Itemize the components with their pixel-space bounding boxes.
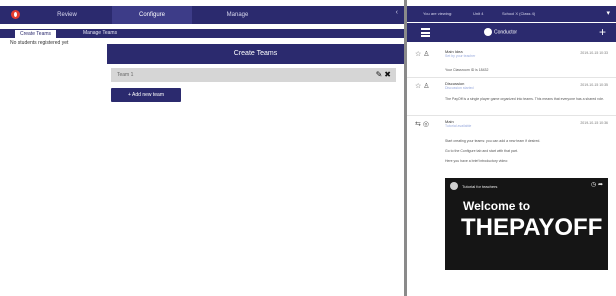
share-icon[interactable]: ⇆ bbox=[415, 121, 421, 128]
close-icon[interactable]: ✖ bbox=[384, 70, 391, 79]
post-subtitle: Tutorial available bbox=[445, 124, 472, 128]
star-icon[interactable]: ☆ bbox=[415, 51, 421, 58]
video-title[interactable]: Tutorial for teachers bbox=[462, 184, 497, 189]
activity-toolbar: Conductor + bbox=[407, 23, 616, 42]
star-icon[interactable]: ☆ bbox=[415, 83, 421, 90]
tutorial-video[interactable]: Tutorial for teachers ◷ ➦ Welcome to THE… bbox=[445, 178, 608, 270]
team-row[interactable]: Team 1 ✎ ✖ bbox=[111, 68, 396, 82]
main-nav-bar: Review Configure Manage ‹ bbox=[0, 6, 404, 24]
globe-icon: ◎ bbox=[422, 121, 429, 128]
post-date: 2019-10-15 10:35 bbox=[580, 83, 608, 87]
brand-logo-icon bbox=[484, 28, 492, 36]
user-icon: ♙ bbox=[423, 83, 430, 90]
tab-review[interactable]: Review bbox=[32, 6, 102, 24]
collapse-panel-icon[interactable]: ‹ bbox=[396, 9, 398, 16]
post-text: Start creating your teams: you can add a… bbox=[445, 139, 541, 143]
tab-configure[interactable]: Configure bbox=[112, 6, 192, 24]
post-text: Your Classroom ID is 18432 bbox=[445, 68, 489, 72]
share-icon[interactable]: ➦ bbox=[598, 182, 603, 188]
plus-icon[interactable]: + bbox=[599, 25, 606, 39]
viewing-bar: You are viewing: Unit 4 School X (Class … bbox=[407, 6, 616, 22]
post-subtitle: Discussion started bbox=[445, 86, 474, 90]
create-teams-title: Create Teams bbox=[107, 44, 404, 64]
user-icon: ♙ bbox=[423, 51, 430, 58]
video-welcome-text: Welcome to bbox=[463, 199, 531, 213]
pencil-icon[interactable]: ✎ bbox=[376, 70, 383, 79]
feed-item: ☆ ♙ Main Idea Set by your teacher 2019-1… bbox=[407, 48, 616, 78]
activity-panel: You are viewing: Unit 4 School X (Class … bbox=[407, 0, 616, 296]
channel-avatar bbox=[450, 182, 458, 190]
post-text: Go to the Configure tab and start with t… bbox=[445, 149, 518, 153]
post-icons: ☆ ♙ bbox=[415, 50, 430, 58]
school-select[interactable]: School X (Class 4) bbox=[502, 11, 535, 16]
post-icons: ☆ ♙ bbox=[415, 82, 430, 90]
brand-name: Conductor bbox=[494, 29, 518, 36]
teacher-panel: Review Configure Manage ‹ Create Teams M… bbox=[0, 0, 404, 296]
unit-select[interactable]: Unit 4 bbox=[473, 11, 483, 16]
post-text: The PayOff is a single player game organ… bbox=[445, 97, 605, 101]
add-team-button[interactable]: + Add new team bbox=[111, 88, 181, 102]
feed-item: ☆ ♙ Discussion Discussion started 2019-1… bbox=[407, 80, 616, 116]
post-text: Here you have a brief introductory video… bbox=[445, 159, 509, 163]
hamburger-icon[interactable] bbox=[421, 28, 430, 37]
tab-manage[interactable]: Manage bbox=[200, 6, 275, 24]
post-subtitle: Set by your teacher bbox=[445, 54, 476, 58]
team-name: Team 1 bbox=[117, 72, 134, 78]
brand: Conductor bbox=[484, 28, 517, 37]
app-logo-icon[interactable] bbox=[11, 10, 20, 19]
chevron-down-icon[interactable]: ▾ bbox=[606, 9, 610, 17]
video-brand-text: THEPAYOFF bbox=[461, 214, 603, 241]
video-controls: ◷ ➦ bbox=[591, 181, 603, 188]
subtab-create-teams[interactable]: Create Teams bbox=[14, 29, 58, 38]
viewing-label: You are viewing: bbox=[423, 11, 453, 16]
empty-students-message: No students registered yet bbox=[10, 40, 69, 46]
subtab-manage-teams[interactable]: Manage Teams bbox=[78, 29, 122, 38]
post-date: 2019-10-15 10:33 bbox=[580, 51, 608, 55]
post-icons: ⇆ ◎ bbox=[415, 120, 429, 128]
clock-icon[interactable]: ◷ bbox=[591, 182, 596, 188]
sub-nav-bar: Create Teams Manage Teams bbox=[0, 29, 404, 38]
activity-feed: ☆ ♙ Main Idea Set by your teacher 2019-1… bbox=[407, 44, 616, 296]
post-date: 2019-10-15 10:36 bbox=[580, 121, 608, 125]
